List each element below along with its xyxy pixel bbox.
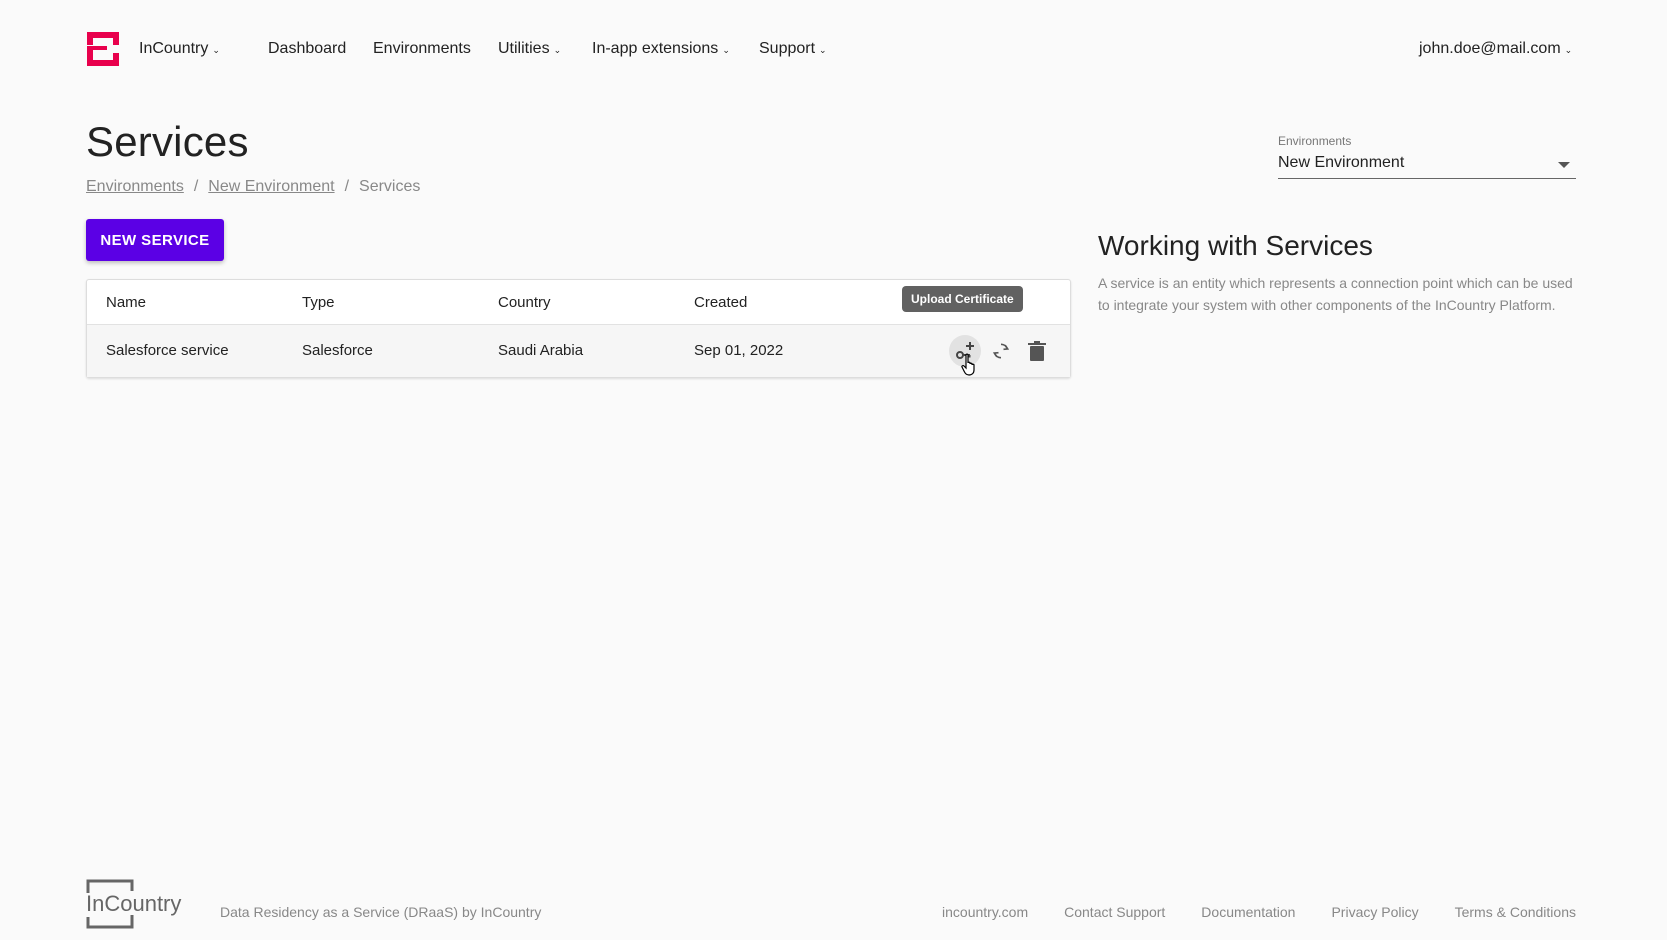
footer-links: incountry.com Contact Support Documentat… bbox=[942, 904, 1576, 920]
nav-utilities[interactable]: Utilities ⌄ bbox=[498, 40, 561, 58]
column-header-name: Name bbox=[106, 294, 147, 311]
breadcrumb-separator: / bbox=[193, 178, 199, 195]
top-navigation: InCountry ⌄ Dashboard Environments Utili… bbox=[0, 0, 1667, 100]
info-description: A service is an entity which represents … bbox=[1098, 275, 1573, 313]
upload-certificate-tooltip: Upload Certificate bbox=[902, 286, 1023, 312]
column-header-type: Type bbox=[302, 294, 335, 311]
hand-cursor-icon bbox=[961, 353, 975, 376]
refresh-button[interactable] bbox=[985, 335, 1017, 367]
info-title: Working with Services bbox=[1098, 230, 1373, 261]
footer-link-documentation[interactable]: Documentation bbox=[1201, 904, 1295, 920]
footer-tagline: Data Residency as a Service (DRaaS) by I… bbox=[220, 904, 542, 920]
service-type: Salesforce bbox=[302, 342, 373, 359]
environment-select-label: Environments bbox=[1278, 134, 1352, 148]
chevron-down-icon: ⌄ bbox=[212, 44, 220, 55]
nav-dashboard[interactable]: Dashboard bbox=[268, 40, 346, 58]
nav-utilities-label: Utilities bbox=[498, 40, 550, 57]
service-country: Saudi Arabia bbox=[498, 342, 584, 359]
chevron-down-icon: ⌄ bbox=[553, 44, 562, 55]
new-service-button[interactable]: NEW SERVICE bbox=[86, 219, 224, 261]
user-email: john.doe@mail.com bbox=[1419, 40, 1561, 57]
service-created: Sep 01, 2022 bbox=[694, 342, 784, 359]
breadcrumb-environments[interactable]: Environments bbox=[86, 178, 184, 196]
page-title: Services bbox=[86, 118, 249, 165]
chevron-down-icon: ⌄ bbox=[819, 44, 827, 55]
org-switcher[interactable]: InCountry ⌄ bbox=[139, 40, 220, 58]
nav-support[interactable]: Support ⌄ bbox=[759, 40, 827, 58]
footer-link-incountry[interactable]: incountry.com bbox=[942, 904, 1028, 920]
environment-select[interactable]: Environments New Environment bbox=[1278, 134, 1576, 179]
table-row[interactable]: Salesforce service Salesforce Saudi Arab… bbox=[87, 325, 1070, 377]
footer-link-privacy-policy[interactable]: Privacy Policy bbox=[1331, 904, 1418, 920]
dropdown-arrow-icon bbox=[1558, 162, 1570, 168]
service-name: Salesforce service bbox=[106, 342, 229, 359]
column-header-country: Country bbox=[498, 294, 551, 311]
breadcrumb-current: Services bbox=[359, 178, 421, 195]
nav-in-app-extensions-label: In-app extensions bbox=[592, 40, 719, 57]
footer-link-terms[interactable]: Terms & Conditions bbox=[1455, 904, 1576, 920]
breadcrumb-separator: / bbox=[344, 178, 350, 195]
nav-in-app-extensions[interactable]: In-app extensions ⌄ bbox=[592, 40, 730, 58]
nav-environments[interactable]: Environments bbox=[373, 40, 471, 58]
incountry-footer-logo[interactable]: InCountry bbox=[86, 879, 182, 929]
environment-select-value[interactable]: New Environment bbox=[1278, 154, 1576, 179]
breadcrumb: Environments / New Environment / Service… bbox=[86, 178, 420, 196]
delete-icon bbox=[1028, 341, 1046, 361]
nav-support-label: Support bbox=[759, 40, 816, 57]
incountry-logo-icon[interactable] bbox=[87, 32, 119, 66]
delete-button[interactable] bbox=[1021, 335, 1053, 367]
breadcrumb-new-environment[interactable]: New Environment bbox=[208, 178, 334, 196]
user-menu[interactable]: john.doe@mail.com ⌄ bbox=[1419, 40, 1572, 58]
refresh-icon bbox=[992, 343, 1010, 359]
column-header-created: Created bbox=[694, 294, 748, 311]
chevron-down-icon: ⌄ bbox=[1564, 44, 1573, 55]
footer-link-contact-support[interactable]: Contact Support bbox=[1064, 904, 1165, 920]
svg-text:InCountry: InCountry bbox=[86, 891, 181, 916]
org-name: InCountry bbox=[139, 40, 209, 57]
chevron-down-icon: ⌄ bbox=[722, 44, 730, 55]
environment-select-text: New Environment bbox=[1278, 154, 1405, 171]
